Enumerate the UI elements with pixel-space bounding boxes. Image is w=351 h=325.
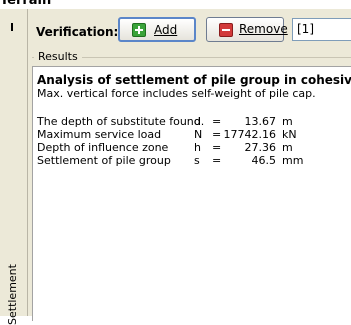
results-subtitle: Max. vertical force includes self-weight… [37, 87, 316, 100]
result-symbol: d [194, 115, 201, 128]
left-tab-strip: Settlement [0, 9, 28, 325]
window-title: Terrain [0, 0, 52, 8]
result-label: Maximum service load [37, 128, 162, 141]
result-value: 17742.16 [223, 128, 277, 141]
window-title-strip: Terrain [0, 0, 351, 9]
results-group: Results Analysis of settlement of pile g… [32, 49, 351, 321]
add-icon [132, 23, 146, 37]
results-legend: Results [34, 50, 82, 63]
result-unit: m [282, 115, 293, 128]
result-value: 46.5 [251, 154, 277, 167]
result-value: 13.67 [244, 115, 277, 128]
tab-settlement[interactable]: Settlement [0, 261, 27, 325]
result-unit: m [282, 141, 293, 154]
verification-index-select[interactable]: [1] [292, 18, 351, 41]
result-value: 27.36 [244, 141, 277, 154]
remove-button-label: Remove [239, 22, 288, 36]
result-row: Settlement of pile group s = 46.5 mm [37, 154, 337, 167]
result-row: The depth of substitute found. d = 13.67… [37, 115, 337, 128]
tab-marker [11, 23, 13, 31]
add-button[interactable]: Add [118, 17, 196, 42]
remove-button[interactable]: Remove [206, 17, 288, 42]
result-label: Depth of influence zone [37, 141, 169, 154]
result-symbol: h [194, 141, 201, 154]
verification-label: Verification: [36, 25, 119, 39]
result-unit: kN [282, 128, 297, 141]
result-symbol: N [194, 128, 203, 141]
result-row: Maximum service load N = 17742.16 kN [37, 128, 337, 141]
verification-toolbar: Verification: Add Remove [1] [28, 9, 351, 49]
result-row: Depth of influence zone h = 27.36 m [37, 141, 337, 154]
result-symbol: s [194, 154, 200, 167]
results-title: Analysis of settlement of pile group in … [37, 73, 351, 87]
results-output: Analysis of settlement of pile group in … [32, 66, 351, 321]
add-button-label: Add [154, 23, 178, 37]
result-label: Settlement of pile group [37, 154, 171, 167]
verification-panel: Verification: Add Remove [1] Results Ana… [28, 9, 351, 321]
remove-icon [219, 23, 233, 37]
result-unit: mm [282, 154, 304, 167]
result-label: The depth of substitute found. [37, 115, 205, 128]
